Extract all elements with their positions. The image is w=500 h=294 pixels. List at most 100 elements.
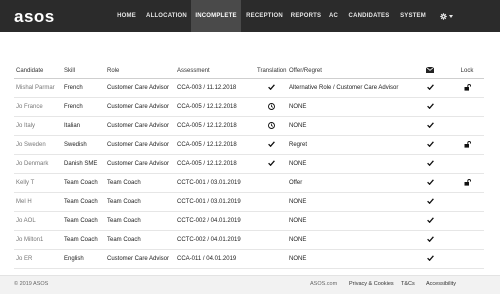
brand-logo[interactable]: asos <box>14 7 55 27</box>
role-cell: Team Coach <box>105 211 175 231</box>
nav-home[interactable]: HOME <box>111 0 142 32</box>
translation-cell <box>255 154 287 174</box>
table-row[interactable]: Mel H Team Coach Team Coach CCTC-001 / 03.0… <box>14 192 484 212</box>
candidate-name[interactable]: Jo Denmark <box>14 154 62 174</box>
column-header-translation[interactable]: Translation <box>255 64 287 79</box>
email-sent-cell <box>410 135 450 155</box>
table-row[interactable]: Jo AOL Team Coach Team Coach CCTC-002 / 04.… <box>14 211 484 231</box>
candidate-name[interactable]: Jo Sweden <box>14 135 62 155</box>
check-icon <box>426 217 434 225</box>
nav-reports[interactable]: REPORTS <box>288 0 324 32</box>
column-header-offer-regret[interactable]: Offer/Regret <box>287 64 410 79</box>
skill-cell: Italian <box>62 116 105 136</box>
nav-reception[interactable]: RECEPTION <box>241 0 288 32</box>
table-row[interactable]: Mishal Parmar French Customer Care Advisor… <box>14 78 484 98</box>
lock-cell <box>450 97 484 117</box>
translation-cell <box>255 78 287 98</box>
role-cell: Customer Care Advisor <box>105 249 175 269</box>
table-row[interactable]: Jo Denmark Danish SME Customer Care Adviso… <box>14 154 484 174</box>
column-header-assessment[interactable]: Assessment <box>175 64 255 79</box>
check-icon <box>426 122 434 130</box>
candidate-name[interactable]: Mel H <box>14 192 62 212</box>
column-header-role[interactable]: Role <box>105 64 175 79</box>
translation-cell <box>255 97 287 117</box>
translation-cell <box>255 116 287 136</box>
check-icon <box>426 236 434 244</box>
unlocked-padlock-icon[interactable] <box>464 83 471 93</box>
assessment-cell: CCA-005 / 12.12.2018 <box>175 154 255 174</box>
role-cell: Customer Care Advisor <box>105 154 175 174</box>
table-row[interactable]: Jo Italy Italian Customer Care Advisor CCA-… <box>14 116 484 136</box>
assessment-cell: CCTC-002 / 04.01.2019 <box>175 211 255 231</box>
nav-system[interactable]: SYSTEM <box>395 0 431 32</box>
lock-cell <box>450 192 484 212</box>
email-sent-cell <box>410 211 450 231</box>
translation-cell <box>255 192 287 212</box>
lock-cell[interactable] <box>450 135 484 155</box>
candidate-name[interactable]: Jo Italy <box>14 116 62 136</box>
nav-ac[interactable]: AC <box>324 0 343 32</box>
column-header-email[interactable] <box>410 64 450 79</box>
table-row[interactable]: Kelly T Team Coach Team Coach CCTC-001 / 03… <box>14 173 484 193</box>
assessment-cell: CCA-005 / 12.12.2018 <box>175 135 255 155</box>
assessment-cell: CCTC-001 / 03.01.2019 <box>175 192 255 212</box>
role-cell: Customer Care Advisor <box>105 97 175 117</box>
candidate-name[interactable]: Jo Milton1 <box>14 230 62 250</box>
incomplete-candidates-table: Candidate Skill Role Assessment Translat… <box>14 64 484 269</box>
table-header-row: Candidate Skill Role Assessment Translat… <box>14 64 484 79</box>
offer-regret-cell: NONE <box>287 116 410 136</box>
check-icon <box>267 84 275 92</box>
skill-cell: Team Coach <box>62 230 105 250</box>
candidate-name[interactable]: Jo ER <box>14 249 62 269</box>
check-icon <box>426 179 434 187</box>
candidate-name[interactable]: Kelly T <box>14 173 62 193</box>
skill-cell: Team Coach <box>62 173 105 193</box>
footer-site-name: ASOS.com <box>310 281 338 287</box>
check-icon <box>267 160 275 168</box>
table-row[interactable]: Jo Sweden Swedish Customer Care Advisor CCA… <box>14 135 484 155</box>
nav-incomplete[interactable]: INCOMPLETE <box>191 0 241 32</box>
clock-icon <box>267 102 275 112</box>
role-cell: Customer Care Advisor <box>105 78 175 98</box>
assessment-cell: CCA-011 / 04.01.2019 <box>175 249 255 269</box>
skill-cell: Swedish <box>62 135 105 155</box>
candidate-name[interactable]: Mishal Parmar <box>14 78 62 98</box>
email-sent-cell <box>410 97 450 117</box>
email-sent-cell <box>410 154 450 174</box>
lock-cell[interactable] <box>450 78 484 98</box>
footer-privacy-link[interactable]: Privacy & Cookies <box>349 281 394 287</box>
offer-regret-cell: NONE <box>287 211 410 231</box>
translation-cell <box>255 173 287 193</box>
chevron-down-icon <box>448 14 453 18</box>
footer-terms-link[interactable]: T&Cs <box>401 281 415 287</box>
nav-candidates[interactable]: CANDIDATES <box>343 0 395 32</box>
offer-regret-cell: Regret <box>287 135 410 155</box>
lock-cell <box>450 230 484 250</box>
offer-regret-cell: NONE <box>287 154 410 174</box>
table-row[interactable]: Jo Milton1 Team Coach Team Coach CCTC-002 /… <box>14 230 484 250</box>
assessment-cell: CCTC-002 / 04.01.2019 <box>175 230 255 250</box>
check-icon <box>426 198 434 206</box>
unlocked-padlock-icon[interactable] <box>464 178 471 188</box>
assessment-cell: CCA-005 / 12.12.2018 <box>175 116 255 136</box>
lock-cell[interactable] <box>450 173 484 193</box>
role-cell: Team Coach <box>105 192 175 212</box>
offer-regret-cell: NONE <box>287 249 410 269</box>
column-header-lock[interactable]: Lock <box>450 64 484 79</box>
assessment-cell: CCTC-001 / 03.01.2019 <box>175 173 255 193</box>
translation-cell <box>255 211 287 231</box>
candidate-name[interactable]: Jo AOL <box>14 211 62 231</box>
column-header-candidate[interactable]: Candidate <box>14 64 62 79</box>
lock-cell <box>450 116 484 136</box>
candidate-name[interactable]: Jo France <box>14 97 62 117</box>
lock-cell <box>450 211 484 231</box>
nav-allocation[interactable]: ALLOCATION <box>142 0 191 32</box>
column-header-skill[interactable]: Skill <box>62 64 105 79</box>
footer-accessibility-link[interactable]: Accessibility <box>426 281 456 287</box>
settings-menu[interactable] <box>431 0 461 32</box>
table-row[interactable]: Jo France French Customer Care Advisor CCA-… <box>14 97 484 117</box>
unlocked-padlock-icon[interactable] <box>464 140 471 150</box>
offer-regret-cell: Offer <box>287 173 410 193</box>
footer-copyright: © 2019 ASOS <box>14 281 49 287</box>
table-row[interactable]: Jo ER English Customer Care Advisor CCA-011… <box>14 249 484 269</box>
